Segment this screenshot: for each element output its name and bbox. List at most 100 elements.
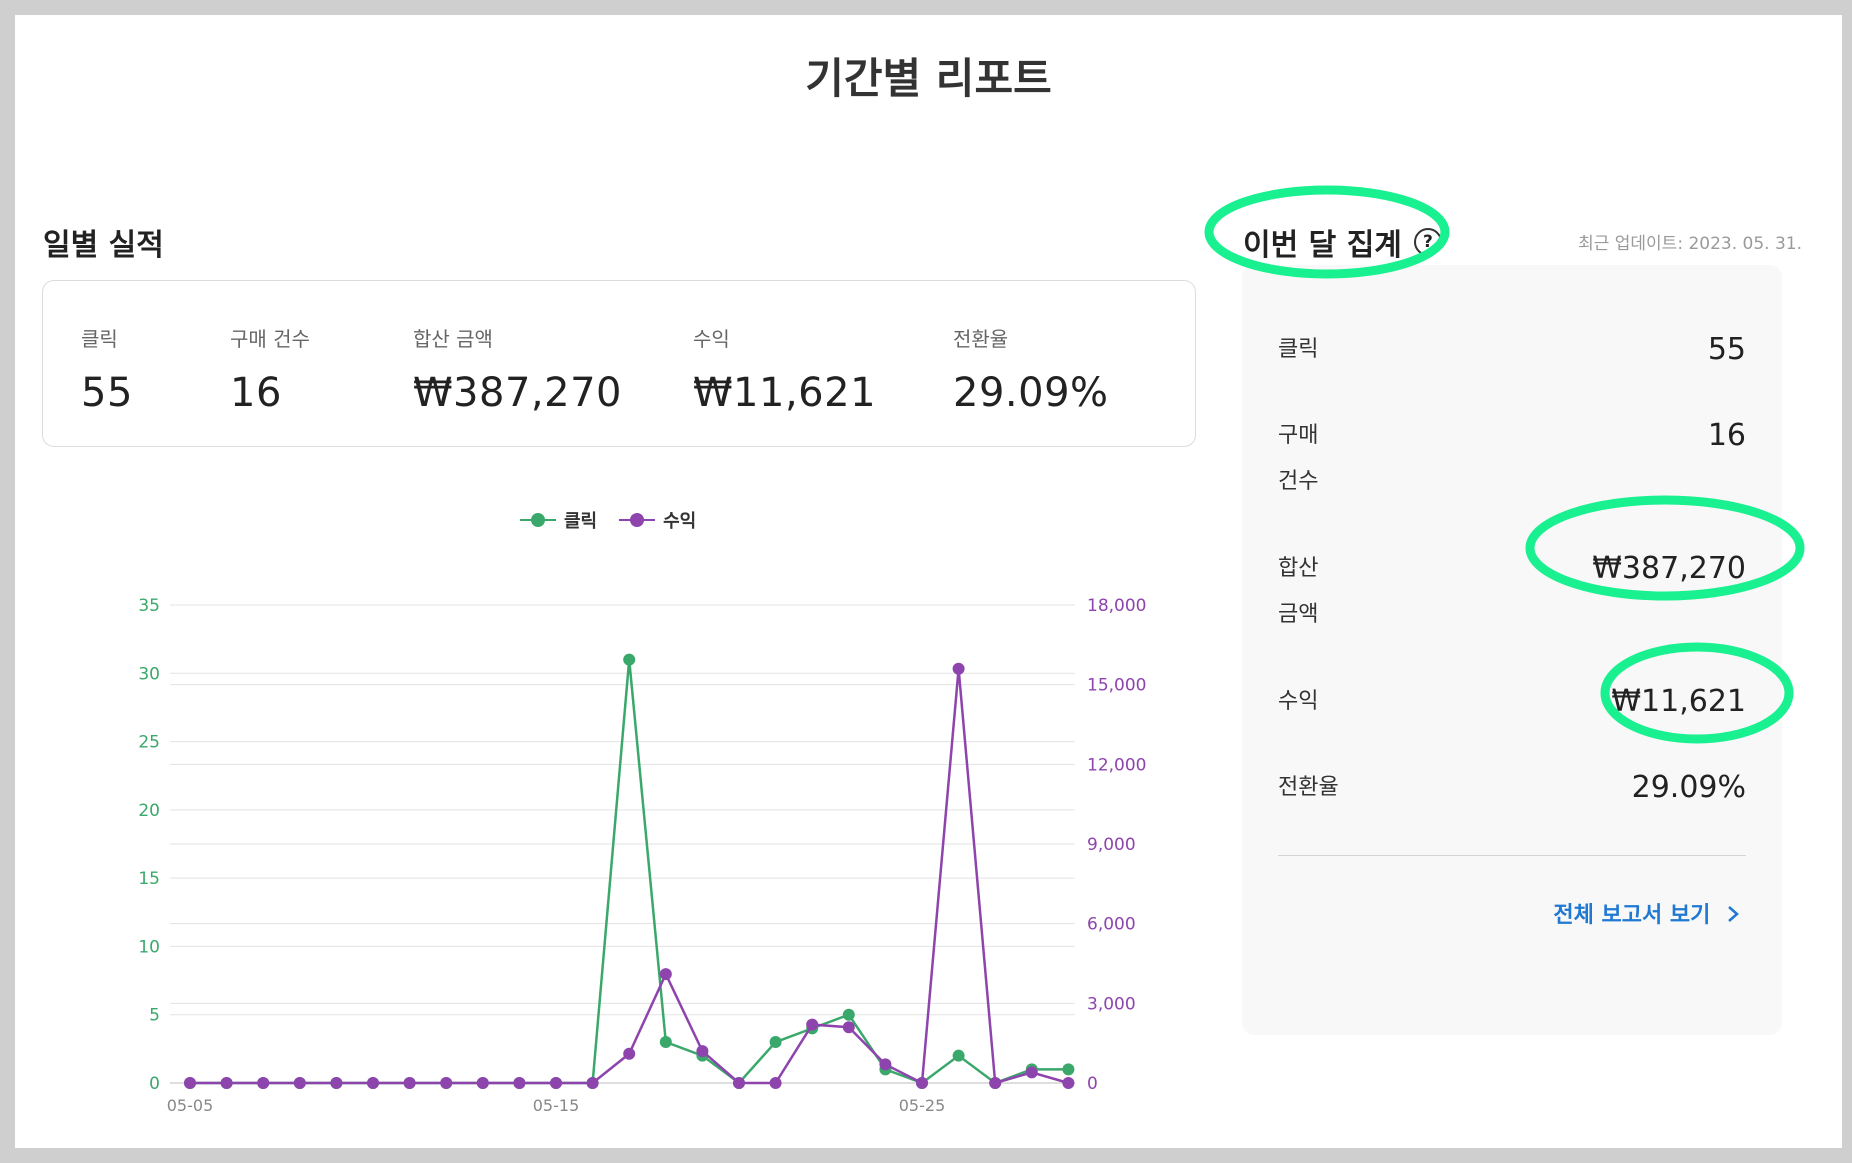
monthly-row-value: 55 — [1707, 332, 1746, 367]
monthly-row-label: 전환율 — [1278, 775, 1339, 800]
revenue-series-line — [190, 668, 1069, 1085]
kpi-clicks: 클릭 55 — [81, 323, 133, 416]
revenue-series-point — [733, 1077, 745, 1089]
daily-summary-card: 클릭 55 구매 건수 16 합산 금액 ₩387,270 수익 ₩11,621… — [42, 280, 1196, 447]
kpi-total-amount: 합산 금액 ₩387,270 — [413, 323, 622, 416]
y-right-tick-label: 15,000 — [1087, 676, 1146, 696]
clicks-series-point — [952, 1049, 965, 1062]
revenue-series-point — [1025, 1066, 1038, 1079]
revenue-series-point — [916, 1077, 928, 1089]
kpi-revenue: 수익 ₩11,621 — [693, 323, 876, 416]
legend-revenue-label: 수익 — [663, 511, 697, 532]
y-right-tick-label: 9,000 — [1087, 835, 1136, 855]
y-left-tick-label: 20 — [138, 801, 160, 821]
revenue-series-point — [367, 1077, 379, 1089]
kpi-conversion: 전환율 29.09% — [953, 323, 1109, 416]
monthly-row-purchases: 구매 건수 16 — [1278, 413, 1746, 505]
legend-revenue-marker — [619, 513, 656, 527]
revenue-series-point — [659, 968, 672, 981]
monthly-row-value: 29.09% — [1631, 770, 1746, 805]
report-page: 기간별 리포트 일별 실적 클릭 55 구매 건수 16 합산 금액 ₩387,… — [15, 15, 1842, 1148]
y-right-tick-label: 12,000 — [1087, 755, 1146, 775]
revenue-series-point — [586, 1077, 599, 1089]
y-left-tick-label: 15 — [138, 869, 160, 889]
revenue-series-point — [330, 1077, 343, 1089]
daily-performance-title: 일별 실적 — [43, 228, 164, 263]
chevron-right-icon — [1728, 906, 1739, 922]
monthly-row-value: 16 — [1707, 418, 1746, 453]
clicks-series-point — [659, 1036, 672, 1049]
legend-clicks-marker — [520, 513, 556, 527]
y-right-tick-label: 6,000 — [1087, 915, 1136, 935]
y-left-tick-label: 25 — [138, 733, 160, 753]
monthly-row-conversion: 전환율 29.09% — [1278, 765, 1746, 811]
revenue-series-point — [623, 1047, 636, 1060]
y-left-tick-label: 5 — [149, 1006, 160, 1026]
y-left-tick-label: 35 — [138, 596, 160, 616]
kpi-value: 29.09% — [953, 370, 1109, 416]
kpi-label: 수익 — [693, 327, 730, 351]
kpi-label: 구매 건수 — [230, 327, 310, 351]
monthly-summary-header: 이번 달 집계 ? — [1243, 220, 1442, 264]
x-tick-label: 05-25 — [899, 1096, 946, 1115]
revenue-series-point — [403, 1077, 416, 1089]
full-report-label: 전체 보고서 보기 — [1553, 903, 1711, 928]
kpi-purchases: 구매 건수 16 — [230, 323, 310, 416]
revenue-series-point — [513, 1077, 526, 1089]
monthly-row-label: 수익 — [1278, 689, 1319, 714]
kpi-value: ₩387,270 — [413, 370, 622, 416]
clicks-series-point — [769, 1036, 782, 1049]
revenue-series-point — [440, 1077, 453, 1089]
kpi-value: ₩11,621 — [693, 370, 877, 416]
revenue-series-point — [842, 1021, 855, 1034]
chart-legend: 클릭 수익 — [520, 507, 696, 533]
question-circle-icon[interactable]: ? — [1413, 228, 1442, 256]
revenue-series-point — [257, 1077, 270, 1089]
revenue-series-point — [769, 1077, 782, 1089]
revenue-series-point — [184, 1077, 196, 1089]
legend-clicks-label: 클릭 — [564, 511, 598, 532]
revenue-series-point — [476, 1077, 489, 1089]
revenue-series-point — [989, 1077, 1002, 1089]
kpi-label: 전환율 — [953, 327, 1009, 351]
monthly-row-total-amount: 합산 금액 ₩387,270 — [1278, 546, 1746, 638]
legend-item-clicks[interactable]: 클릭 — [520, 507, 597, 533]
full-report-link[interactable]: 전체 보고서 보기 — [1553, 897, 1740, 929]
y-right-tick-label: 0 — [1087, 1074, 1098, 1094]
y-left-tick-label: 10 — [138, 937, 160, 957]
monthly-row-revenue: 수익 ₩11,621 — [1278, 679, 1746, 725]
kpi-value: 55 — [81, 370, 133, 416]
revenue-series-point — [220, 1077, 233, 1089]
y-right-tick-label: 3,000 — [1087, 994, 1136, 1014]
monthly-summary-card: 클릭 55 구매 건수 16 합산 금액 ₩387,270 수익 ₩11,621… — [1242, 265, 1782, 1035]
clicks-series-point — [1062, 1063, 1075, 1076]
clicks-series-point — [623, 653, 636, 666]
revenue-series-point — [550, 1077, 562, 1089]
monthly-row-value: ₩387,270 — [1592, 551, 1746, 586]
monthly-row-label: 구매 건수 — [1278, 423, 1319, 494]
kpi-label: 합산 금액 — [413, 327, 493, 351]
y-left-tick-label: 30 — [138, 664, 160, 684]
divider — [1278, 855, 1746, 856]
revenue-series-point — [696, 1045, 709, 1058]
clicks-series-point — [842, 1008, 855, 1021]
monthly-row-label: 클릭 — [1278, 337, 1319, 362]
x-tick-label: 05-05 — [167, 1096, 214, 1115]
clicks-series-line — [190, 659, 1069, 1085]
monthly-row-clicks: 클릭 55 — [1278, 327, 1746, 373]
last-updated-text: 최근 업데이트: 2023. 05. 31. — [1578, 234, 1802, 254]
page-title: 기간별 리포트 — [805, 54, 1052, 103]
monthly-row-label: 합산 금액 — [1278, 556, 1319, 627]
revenue-series-point — [806, 1018, 819, 1031]
daily-performance-chart: 0 5 10 15 20 25 30 35 0 3,000 6,000 9,000 12,000 15,0… — [138, 596, 1146, 1115]
y-right-tick-label: 18,000 — [1087, 596, 1146, 616]
kpi-value: 16 — [230, 370, 282, 416]
revenue-series-point — [879, 1058, 892, 1071]
kpi-label: 클릭 — [81, 327, 118, 351]
monthly-row-value: ₩11,621 — [1611, 684, 1746, 719]
revenue-series-point — [1062, 1077, 1075, 1089]
revenue-series-point — [952, 662, 965, 675]
monthly-summary-title: 이번 달 집계 — [1243, 228, 1402, 263]
legend-item-revenue[interactable]: 수익 — [619, 507, 696, 533]
y-left-tick-label: 0 — [149, 1074, 160, 1094]
